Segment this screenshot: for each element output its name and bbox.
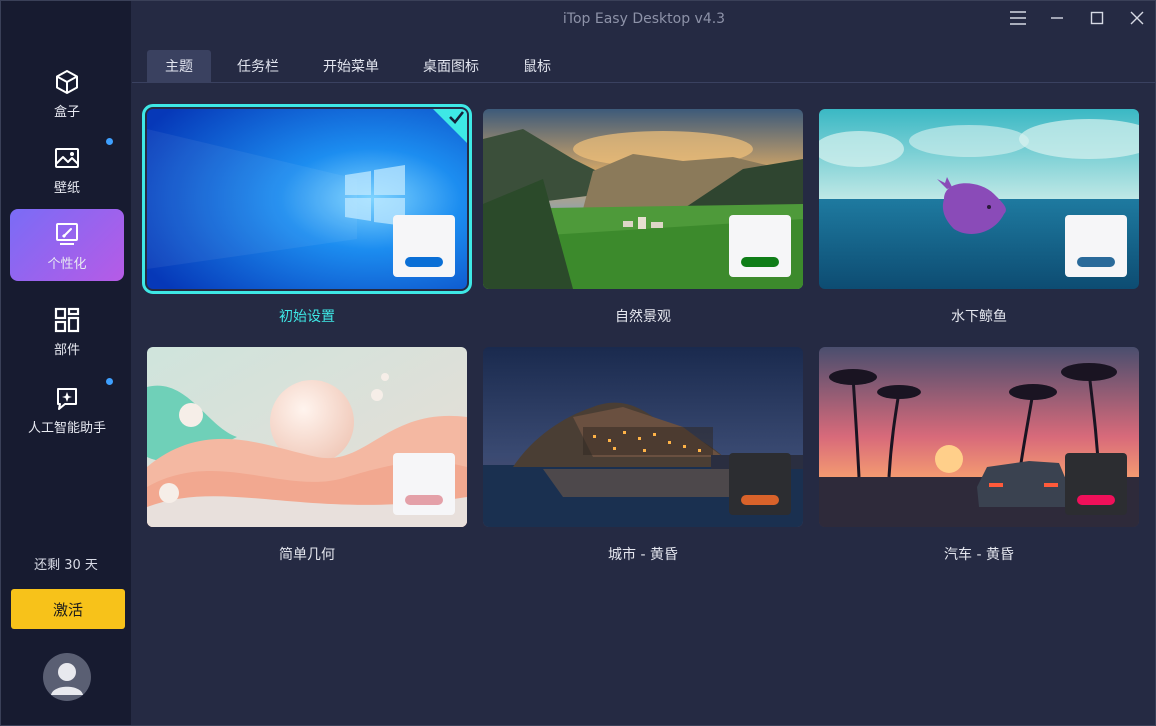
theme-card-whale[interactable] — [819, 109, 1139, 289]
theme-card-default[interactable] — [142, 104, 472, 294]
ai-assistant-badge — [106, 378, 113, 385]
theme-name: 城市 - 黄昏 — [608, 547, 678, 563]
sidebar-item-label: 个性化 — [47, 256, 87, 272]
tab-taskbar[interactable]: 任务栏 — [219, 50, 297, 82]
menu-button[interactable] — [1000, 5, 1036, 31]
maximize-icon — [1090, 11, 1104, 25]
theme-name: 自然景观 — [615, 309, 671, 325]
theme-card-geometry[interactable] — [147, 347, 467, 527]
sidebar-item-widgets[interactable]: 部件 — [10, 295, 124, 367]
activate-button[interactable]: 激活 — [11, 589, 125, 629]
ai-assistant-icon — [52, 383, 82, 413]
tab-bar: 主题 任务栏 开始菜单 桌面图标 鼠标 — [147, 50, 577, 82]
theme-preview-light — [393, 215, 455, 277]
accent-bar — [405, 495, 443, 505]
theme-name: 汽车 - 黄昏 — [944, 547, 1014, 563]
minimize-icon — [1051, 17, 1063, 19]
tab-start-menu[interactable]: 开始菜单 — [305, 50, 397, 82]
tab-desktop-icons[interactable]: 桌面图标 — [405, 50, 497, 82]
minimize-button[interactable] — [1039, 5, 1075, 31]
wallpaper-badge — [106, 138, 113, 145]
accent-bar — [741, 495, 779, 505]
theme-preview-light — [729, 215, 791, 277]
sidebar: 盒子 壁纸 个性化 部件 人工智能助手 还剩 30 天 激活 — [1, 1, 131, 725]
selected-check-icon — [433, 109, 467, 143]
sidebar-item-label: 部件 — [53, 342, 80, 358]
theme-name: 初始设置 — [279, 309, 335, 325]
theme-card-nature[interactable] — [483, 109, 803, 289]
user-icon — [51, 663, 83, 695]
sidebar-item-label: 壁纸 — [53, 180, 80, 196]
cube-icon — [52, 67, 82, 97]
wallpaper-icon — [52, 143, 82, 173]
personalize-icon — [52, 219, 82, 249]
accent-bar — [1077, 257, 1115, 267]
theme-preview-dark — [1065, 453, 1127, 515]
accent-bar — [1077, 495, 1115, 505]
sidebar-item-label: 人工智能助手 — [27, 420, 106, 436]
sidebar-item-personalize[interactable]: 个性化 — [10, 209, 124, 281]
maximize-button[interactable] — [1079, 5, 1115, 31]
app-window: 盒子 壁纸 个性化 部件 人工智能助手 还剩 30 天 激活 iTop Easy… — [0, 0, 1156, 726]
avatar[interactable] — [43, 653, 91, 701]
close-button[interactable] — [1119, 5, 1155, 31]
close-icon — [1130, 11, 1144, 25]
theme-preview-dark — [729, 453, 791, 515]
accent-bar — [741, 257, 779, 267]
theme-card-car-dusk[interactable] — [819, 347, 1139, 527]
tab-mouse[interactable]: 鼠标 — [505, 50, 569, 82]
widgets-icon — [52, 305, 82, 335]
sidebar-item-box[interactable]: 盒子 — [10, 57, 124, 129]
tab-divider — [132, 82, 1156, 83]
theme-name: 简单几何 — [279, 547, 335, 563]
accent-bar — [405, 257, 443, 267]
theme-preview-light — [393, 453, 455, 515]
sidebar-item-label: 盒子 — [53, 104, 80, 120]
theme-name: 水下鲸鱼 — [951, 309, 1007, 325]
theme-card-city-dusk[interactable] — [483, 347, 803, 527]
hamburger-icon — [1010, 11, 1026, 25]
tab-theme[interactable]: 主题 — [147, 50, 211, 82]
trial-remaining: 还剩 30 天 — [34, 558, 98, 573]
theme-preview-light — [1065, 215, 1127, 277]
